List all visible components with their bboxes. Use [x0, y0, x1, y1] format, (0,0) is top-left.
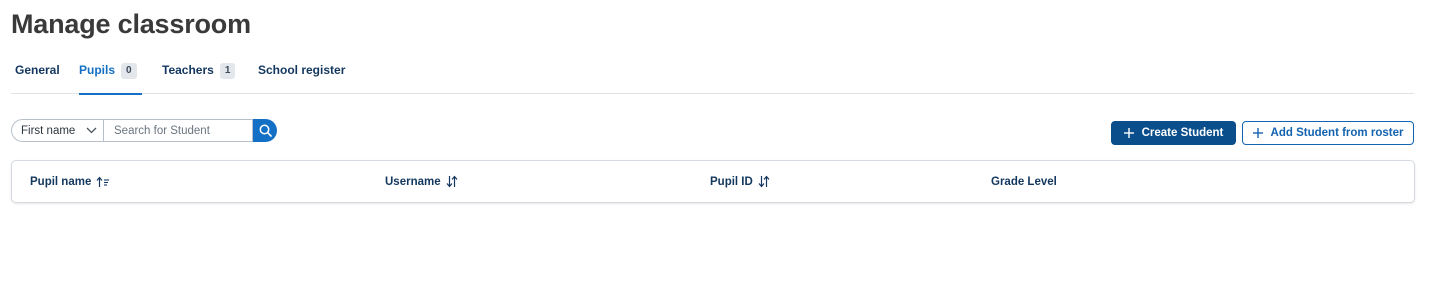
pupils-count-badge: 0: [121, 63, 137, 79]
manage-classroom-page: Manage classroom General Pupils 0 Teache…: [0, 0, 1442, 282]
column-header-pupil-name[interactable]: Pupil name: [30, 161, 110, 202]
column-header-label: Grade Level: [991, 175, 1057, 188]
search-filter-select[interactable]: First name: [11, 119, 103, 142]
column-header-pupil-id[interactable]: Pupil ID: [710, 161, 770, 202]
tab-general-label: General: [15, 63, 60, 77]
search-filter-value: First name: [21, 124, 76, 137]
column-header-label: Pupil ID: [710, 175, 753, 188]
pupils-table: Pupil name Username Pupil ID Grade Level: [11, 160, 1415, 203]
plus-icon: [1123, 128, 1134, 138]
tab-teachers-label: Teachers: [162, 63, 214, 77]
tab-pupils[interactable]: Pupils 0: [79, 56, 142, 95]
column-header-label: Pupil name: [30, 175, 92, 188]
tab-school-register[interactable]: School register: [258, 56, 345, 94]
page-title: Manage classroom: [11, 9, 251, 39]
sort-icon: [446, 175, 458, 188]
search-button[interactable]: [253, 119, 277, 142]
tab-school-register-label: School register: [258, 63, 346, 77]
teachers-count-badge: 1: [219, 63, 236, 79]
classroom-tabs: General Pupils 0 Teachers 1 School regis…: [11, 56, 1414, 95]
chevron-down-icon: [86, 127, 97, 134]
create-student-button[interactable]: Create Student: [1111, 121, 1236, 145]
search-input[interactable]: [103, 119, 253, 142]
column-header-grade-level: Grade Level: [991, 161, 1057, 202]
add-student-from-roster-label: Add Student from roster: [1270, 127, 1404, 139]
tab-teachers[interactable]: Teachers 1: [162, 56, 236, 94]
sort-icon: [758, 175, 770, 188]
tab-general[interactable]: General: [15, 56, 60, 94]
plus-icon: [1252, 128, 1263, 138]
sort-ascending-icon: [96, 176, 110, 187]
search-icon: [259, 124, 272, 137]
tab-pupils-label: Pupils: [79, 63, 116, 77]
search-group: First name: [11, 119, 277, 142]
column-header-label: Username: [385, 175, 441, 188]
create-student-label: Create Student: [1141, 127, 1224, 139]
column-header-username[interactable]: Username: [385, 161, 458, 202]
add-student-from-roster-button[interactable]: Add Student from roster: [1242, 121, 1414, 145]
